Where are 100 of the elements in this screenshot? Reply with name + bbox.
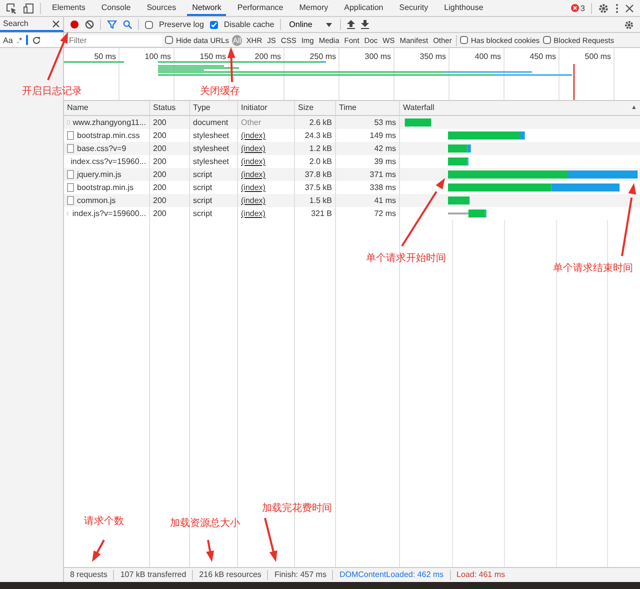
status-text: Finish: 457 ms (268, 570, 334, 580)
more-icon[interactable] (615, 2, 619, 14)
disable-cache-label: Disable cache (224, 20, 274, 29)
blocked-cookies-checkbox[interactable] (460, 36, 468, 44)
clear-icon[interactable] (85, 20, 94, 29)
preserve-log-checkbox[interactable] (145, 20, 153, 28)
annotation-label: 关闭缓存 (200, 84, 240, 98)
table-cell: 200 (150, 207, 190, 220)
annotation-arrow (401, 178, 445, 247)
initiator-link[interactable]: (index) (241, 196, 266, 205)
disable-cache-checkbox[interactable] (210, 20, 218, 28)
table-row[interactable]: base.css?v=9 200 stylesheet (index) 1.2 kB 42 ms (64, 142, 640, 155)
time-tick-label: 150 ms (200, 52, 226, 61)
status-text: 8 requests (64, 570, 114, 580)
timing-bar (448, 210, 486, 218)
annotation-arrow (227, 47, 236, 82)
initiator-link[interactable]: (index) (241, 209, 266, 218)
table-cell: script (190, 207, 238, 220)
panel-tab[interactable]: Memory (294, 0, 334, 16)
initiator-link[interactable]: (index) (241, 183, 266, 192)
time-tick-label: 500 ms (584, 52, 611, 61)
timing-bar (448, 144, 471, 152)
column-header[interactable]: Status (150, 101, 190, 115)
time-tick-label: 350 ms (420, 52, 446, 61)
table-row[interactable]: jquery.min.js 200 script (index) 37.8 kB 371 ms (64, 168, 640, 181)
hide-data-urls-checkbox[interactable] (165, 36, 173, 44)
annotation-label: 请求个数 (84, 514, 124, 528)
close-icon[interactable] (625, 4, 634, 12)
preserve-log-label: Preserve log (159, 20, 204, 29)
annotation-arrow (92, 540, 105, 562)
close-icon[interactable] (52, 20, 60, 28)
table-cell-text: jquery.min.js (77, 169, 122, 181)
panel-tab[interactable]: Sources (142, 0, 182, 16)
status-text: Load: 461 ms (456, 570, 506, 580)
time-tick-label: 300 ms (364, 52, 391, 61)
time-tick-label: 200 ms (254, 52, 281, 61)
inspect-icon[interactable] (6, 2, 17, 14)
search-icon[interactable] (123, 20, 132, 29)
time-tick-label: 100 ms (144, 52, 171, 61)
column-header[interactable]: Time (336, 101, 400, 115)
blocked-requests-checkbox[interactable] (542, 36, 551, 44)
panel-tab[interactable]: Application (339, 0, 388, 16)
table-cell-text: index.js?v=159600... (72, 208, 146, 220)
column-header[interactable]: Type (190, 101, 238, 115)
timing-bar (448, 196, 470, 204)
annotation-arrow (206, 540, 214, 562)
annotation-label: 加载资源总大小 (170, 516, 240, 530)
time-tick-label: 50 ms (94, 52, 116, 61)
download-icon[interactable] (361, 20, 370, 29)
column-header[interactable]: Initiator (238, 101, 295, 115)
status-text: 107 kB transferred (114, 570, 194, 580)
error-icon (570, 4, 579, 12)
table-cell-text: index.css?v=15960... (70, 156, 146, 168)
table-cell: 321 B (295, 207, 336, 220)
table-row[interactable]: common.js 200 script (index) 1.5 kB 41 ms (64, 194, 640, 207)
initiator-link[interactable]: (index) (241, 157, 266, 166)
filter-icon[interactable] (107, 20, 117, 29)
timing-bar (404, 118, 432, 126)
annotation-label: 单个请求开始时间 (366, 252, 446, 265)
column-header[interactable]: Name (64, 101, 150, 115)
status-text: DOMContentLoaded: 462 ms (333, 570, 451, 580)
initiator-link[interactable]: (index) (241, 144, 266, 153)
time-tick-label: 250 ms (310, 52, 336, 61)
table-cell-text: bootstrap.min.js (77, 182, 134, 194)
panel-tab[interactable]: Elements (47, 0, 90, 16)
caret-icon (326, 22, 332, 26)
table-cell-text: bootstrap.min.css (77, 130, 140, 142)
timing-bar (448, 158, 468, 166)
table-row[interactable]: www.zhangyong11... 200 document Other 2.6 kB 53 ms (64, 116, 640, 129)
initiator-link[interactable]: (index) (241, 170, 266, 179)
annotation-label: 开启日志记录 (22, 84, 82, 98)
refresh-icon[interactable] (32, 36, 42, 44)
record-button[interactable] (70, 20, 79, 29)
settings-icon[interactable] (598, 2, 609, 14)
panel-tab[interactable]: Performance (232, 0, 288, 16)
panel-tab[interactable]: Security (394, 0, 434, 16)
column-header-text: Waterfall (403, 102, 434, 114)
match-case-button[interactable]: Aa (3, 36, 13, 44)
table-cell: 72 ms (336, 207, 400, 220)
table-cell-text: www.zhangyong11... (72, 117, 146, 129)
settings-icon[interactable] (624, 20, 634, 30)
status-text: 216 kB resources (193, 570, 268, 580)
annotation-label: 单个请求结束时间 (553, 262, 633, 275)
annotation-arrow (47, 32, 68, 80)
panel-tab[interactable]: Console (96, 0, 136, 16)
time-tick-label: 450 ms (530, 52, 556, 61)
regex-button[interactable]: .* (16, 36, 22, 44)
panel-tab[interactable]: Lighthouse (439, 0, 488, 16)
upload-icon[interactable] (347, 20, 356, 29)
throttling-dropdown[interactable]: Online (287, 20, 334, 29)
time-tick-label: 400 ms (474, 52, 501, 61)
device-icon[interactable] (23, 2, 34, 14)
table-cell-text: base.css?v=9 (77, 143, 126, 155)
annotation-label: 加载完花费时间 (262, 502, 332, 515)
initiator-link[interactable]: (index) (241, 131, 266, 140)
column-header[interactable]: Size (295, 101, 336, 115)
filter-field[interactable]: Filter (66, 34, 162, 46)
error-count[interactable]: 3 (570, 4, 585, 12)
table-cell-text: common.js (77, 195, 116, 207)
error-count-text: 3 (580, 4, 585, 12)
